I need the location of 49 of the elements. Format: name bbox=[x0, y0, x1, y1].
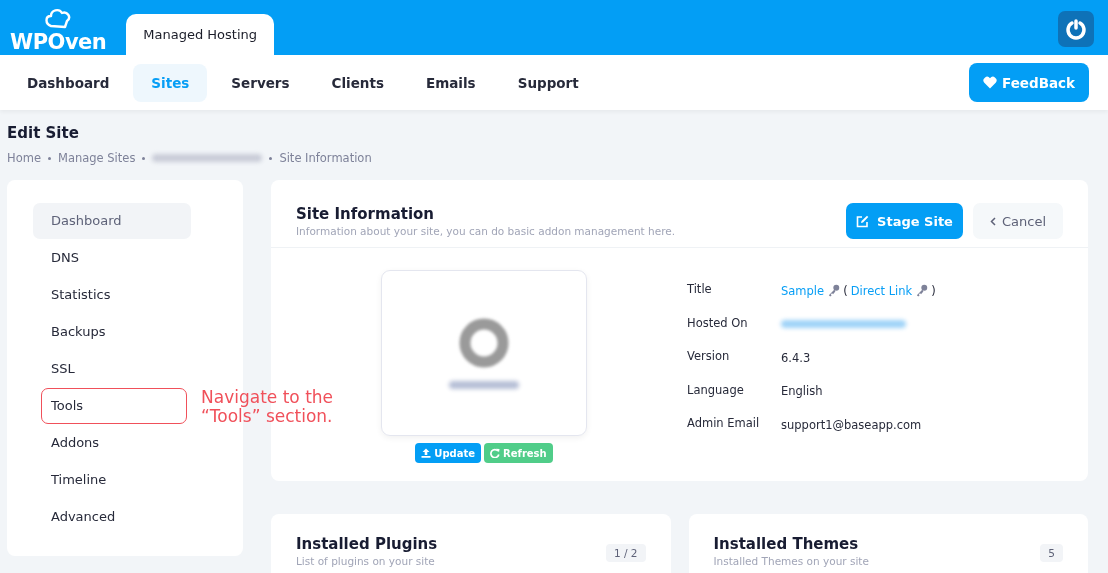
heart-icon bbox=[983, 76, 997, 89]
card-title: Site Information bbox=[296, 205, 436, 223]
field-value: support1@baseapp.com bbox=[781, 416, 923, 434]
field-label: Title bbox=[687, 282, 713, 298]
sidebar-item[interactable]: SSL bbox=[33, 351, 191, 387]
chevron-left-icon bbox=[989, 216, 996, 226]
key-icon bbox=[915, 284, 929, 298]
nav-tab[interactable]: Dashboard bbox=[9, 63, 128, 102]
blurred-text bbox=[449, 381, 519, 389]
key-icon bbox=[827, 284, 841, 298]
sidebar-item[interactable]: Timeline bbox=[33, 462, 191, 498]
nav-tab[interactable]: Servers bbox=[213, 63, 308, 102]
field-label: Hosted On bbox=[687, 315, 749, 332]
nav-tab[interactable]: Clients bbox=[313, 63, 402, 102]
edit-icon bbox=[856, 214, 870, 228]
field-label: Version bbox=[687, 349, 731, 365]
sidebar-item[interactable]: Tools bbox=[33, 388, 191, 424]
breadcrumb-link[interactable]: Manage Sites bbox=[57, 151, 136, 165]
page-title: Edit Site bbox=[7, 124, 80, 142]
field-label: Language bbox=[687, 382, 745, 399]
field-value: 6.4.3 bbox=[781, 349, 812, 367]
sidebar-item[interactable]: Statistics bbox=[33, 277, 191, 313]
cancel-button[interactable]: Cancel bbox=[973, 203, 1063, 239]
annotation-text: Navigate to the “Tools” section. bbox=[201, 388, 335, 426]
sidebar-item[interactable]: Advanced bbox=[33, 499, 191, 535]
sidebar-item[interactable]: Backups bbox=[33, 314, 191, 350]
product-tab[interactable]: Managed Hosting bbox=[126, 14, 275, 55]
nav-tab[interactable]: Support bbox=[499, 63, 597, 102]
paren: ( bbox=[843, 283, 848, 298]
ring-icon bbox=[458, 317, 510, 369]
card-subtitle: List of plugins on your site bbox=[296, 555, 436, 567]
paren: ) bbox=[931, 283, 936, 298]
sidebar-item[interactable]: Addons bbox=[33, 425, 191, 461]
card-title: Installed Plugins bbox=[296, 535, 438, 553]
breadcrumb-link[interactable]: Home bbox=[7, 151, 41, 165]
sidebar-item[interactable]: DNS bbox=[33, 240, 191, 276]
refresh-icon bbox=[490, 448, 501, 458]
field-value: English bbox=[781, 383, 824, 400]
count-badge: 5 bbox=[1040, 544, 1063, 562]
card-subtitle: Information about your site, you can do basic addon management here. bbox=[296, 225, 676, 237]
nav-tab[interactable]: Emails bbox=[407, 63, 494, 102]
breadcrumb-link[interactable]: Site Information bbox=[279, 151, 372, 165]
power-icon[interactable] bbox=[1058, 11, 1094, 47]
sidebar-item[interactable]: Dashboard bbox=[33, 203, 191, 239]
count-badge: 1 / 2 bbox=[605, 544, 646, 562]
card-subtitle: Installed Themes on your site bbox=[713, 555, 869, 567]
card-title: Installed Themes bbox=[713, 535, 860, 553]
field-label: Admin Email bbox=[687, 416, 761, 432]
upload-icon bbox=[421, 448, 432, 458]
